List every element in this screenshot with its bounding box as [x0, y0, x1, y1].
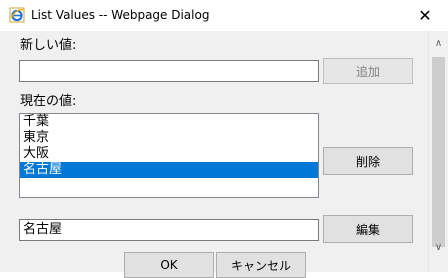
- close-button[interactable]: ✕: [402, 0, 448, 31]
- new-value-label: 新しい値:: [20, 38, 77, 53]
- current-value-label: 現在の値:: [20, 94, 77, 109]
- delete-button[interactable]: 削除: [323, 147, 413, 175]
- edit-button[interactable]: 編集: [323, 215, 413, 243]
- scroll-down-arrow-icon[interactable]: ∨: [429, 239, 448, 256]
- current-values-list[interactable]: 千葉 東京 大阪 名古屋: [19, 113, 319, 198]
- new-value-input[interactable]: [19, 60, 319, 82]
- scroll-thumb[interactable]: [432, 57, 445, 247]
- list-item[interactable]: 名古屋: [20, 162, 318, 178]
- vertical-scrollbar[interactable]: ∧ ∨: [428, 31, 448, 272]
- close-icon: ✕: [418, 6, 432, 25]
- scroll-up-arrow-icon[interactable]: ∧: [429, 35, 448, 52]
- dialog-body: 新しい値: 追加 現在の値: 千葉 東京 大阪 名古屋 削除 名古屋 編集 OK キャ…: [0, 31, 428, 278]
- cancel-button[interactable]: キャンセル: [216, 252, 306, 278]
- add-button[interactable]: 追加: [323, 58, 413, 84]
- list-items: 千葉 東京 大阪 名古屋: [20, 114, 318, 178]
- list-item[interactable]: 東京: [20, 130, 318, 146]
- ok-button[interactable]: OK: [124, 252, 214, 278]
- internet-explorer-icon: [9, 7, 25, 23]
- list-item[interactable]: 大阪: [20, 146, 318, 162]
- title-bar: List Values -- Webpage Dialog ✕: [0, 0, 448, 31]
- window-title: List Values -- Webpage Dialog: [31, 8, 210, 22]
- list-item[interactable]: 千葉: [20, 114, 318, 130]
- edit-value-input[interactable]: 名古屋: [19, 219, 319, 241]
